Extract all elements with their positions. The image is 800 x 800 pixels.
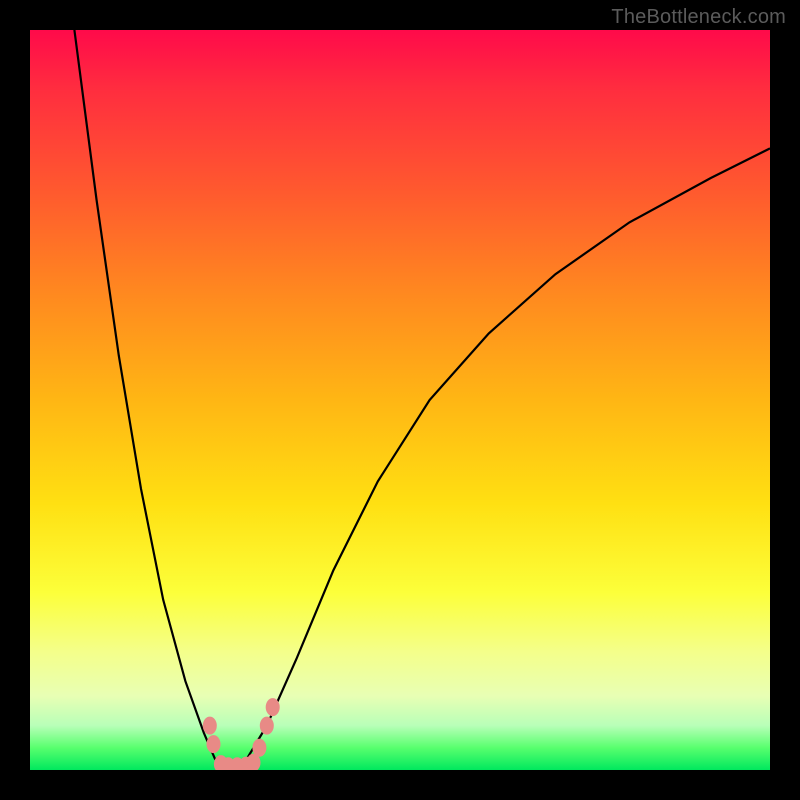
- chart-frame: TheBottleneck.com: [0, 0, 800, 800]
- plot-area: [30, 30, 770, 770]
- watermark-text: TheBottleneck.com: [611, 6, 786, 29]
